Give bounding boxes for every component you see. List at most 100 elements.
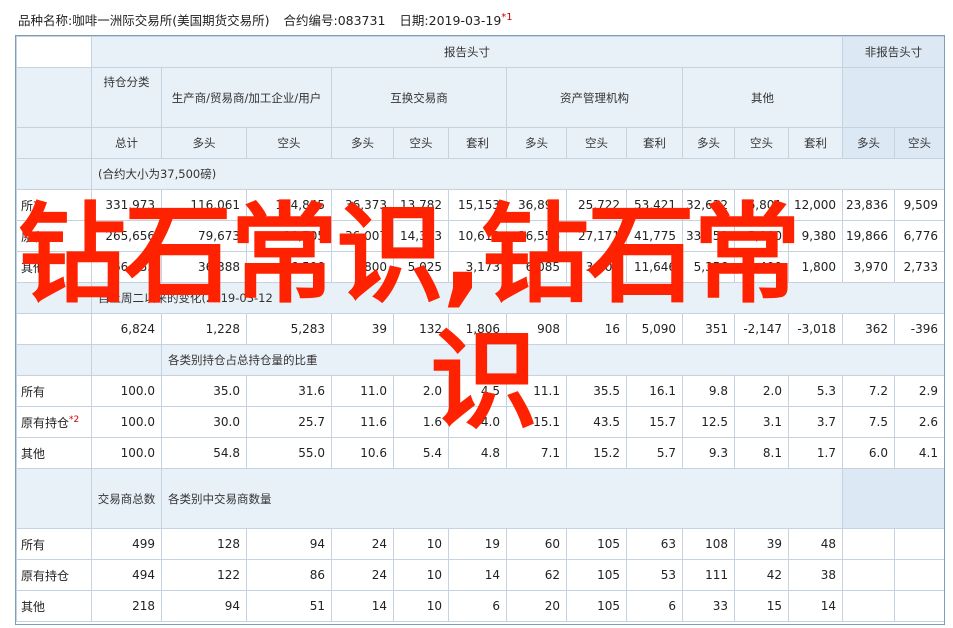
value-cell: 2.6 <box>894 406 944 438</box>
value-cell: 53,421 <box>626 189 683 221</box>
col-swap-short: 空头 <box>393 127 449 159</box>
value-cell: 5,356 <box>682 251 735 283</box>
value-cell: 1,228 <box>161 313 247 345</box>
total-cell: 100.0 <box>91 406 162 438</box>
col-swap-long: 多头 <box>331 127 394 159</box>
value-cell: 33 <box>682 590 735 622</box>
value-cell: 15,153 <box>448 189 507 221</box>
value-cell: 5,090 <box>626 313 683 345</box>
value-cell: 36,556 <box>506 220 567 252</box>
row-label-text: 原有持仓 <box>21 568 70 583</box>
value-cell: 36,007 <box>331 220 394 252</box>
section-label-blank <box>16 158 92 190</box>
value-cell: 14 <box>331 590 394 622</box>
open-interest-section: (合约大小为37,500磅) 所有 331,973 116,061 104,845 36… <box>16 158 944 283</box>
value-cell: 16.1 <box>626 375 683 407</box>
date-label: 日期: <box>399 13 429 28</box>
value-cell: 800 <box>331 251 394 283</box>
value-cell: 5,900 <box>734 220 789 252</box>
contract-size-note: (合约大小为37,500磅) <box>91 158 944 190</box>
value-cell: 51 <box>246 590 332 622</box>
value-cell: 3.1 <box>734 406 789 438</box>
value-cell: 39 <box>331 313 394 345</box>
value-cell: 5.4 <box>393 437 449 469</box>
value-cell <box>842 528 895 560</box>
cot-report-table: 报告头寸 非报告头寸 持仓分类 生产商/贸易商/加工企业/用户 互换交易商 资产… <box>16 36 944 622</box>
value-cell: 2.9 <box>894 375 944 407</box>
col-nonreport-long: 多头 <box>842 127 895 159</box>
value-cell: 11.1 <box>506 375 567 407</box>
value-cell: 11.0 <box>331 375 394 407</box>
change-since-note: 自上周二以来的变化(2019-03-12 <box>91 282 944 314</box>
value-cell: 54.8 <box>161 437 247 469</box>
value-cell: 8.1 <box>734 437 789 469</box>
value-cell: 11.6 <box>331 406 394 438</box>
value-cell: 908 <box>506 313 567 345</box>
value-cell: 116,061 <box>161 189 247 221</box>
value-cell: 24 <box>331 528 394 560</box>
value-cell: 1.6 <box>393 406 449 438</box>
value-cell: 30.0 <box>161 406 247 438</box>
value-cell: 60 <box>506 528 567 560</box>
value-cell: 5.7 <box>626 437 683 469</box>
row-header-blank <box>16 67 92 128</box>
row-label-text: 其他 <box>21 260 46 275</box>
section-label-blank <box>16 468 92 529</box>
value-cell: 27,171 <box>566 220 627 252</box>
value-cell: 20 <box>506 590 567 622</box>
value-cell: 111 <box>682 559 735 591</box>
value-cell <box>894 590 944 622</box>
value-cell: 1,806 <box>448 313 507 345</box>
total-cell: 218 <box>91 590 162 622</box>
value-cell: -3,018 <box>788 313 843 345</box>
value-cell: 3,173 <box>448 251 507 283</box>
report-meta: 品种名称:咖啡一洲际交易所(美国期货交易所) 合约编号:083731 日期:2019… <box>18 10 513 29</box>
value-cell: 39 <box>734 528 789 560</box>
value-cell: -2,147 <box>734 313 789 345</box>
value-cell: 79,673 <box>161 220 247 252</box>
date-value: 2019-03-19 <box>428 13 502 28</box>
value-cell: 9,380 <box>788 220 843 252</box>
value-cell: 42 <box>734 559 789 591</box>
value-cell: 4.1 <box>894 437 944 469</box>
total-traders-header: 交易商总数 <box>91 468 162 529</box>
code-value: 083731 <box>337 13 386 28</box>
value-cell: 4.5 <box>448 375 507 407</box>
value-cell: 122 <box>161 559 247 591</box>
row-label-text: 所有 <box>21 537 46 552</box>
value-cell: 2,733 <box>894 251 944 283</box>
col-other-spread: 套利 <box>788 127 843 159</box>
value-cell: 62 <box>506 559 567 591</box>
value-cell: 15.7 <box>626 406 683 438</box>
value-cell: 43.5 <box>566 406 627 438</box>
row-label: 其他 <box>16 437 92 469</box>
value-cell: 25.7 <box>246 406 332 438</box>
value-cell: 14,373 <box>393 220 449 252</box>
total-cell: 331,973 <box>91 189 162 221</box>
value-cell: 3,900 <box>566 251 627 283</box>
value-cell: 9.8 <box>682 375 735 407</box>
row-label-text: 所有 <box>21 198 46 213</box>
value-cell: 35.0 <box>161 375 247 407</box>
corner-cell <box>16 36 92 68</box>
value-cell: 3,970 <box>842 251 895 283</box>
value-cell: 128 <box>161 528 247 560</box>
value-cell: 53 <box>626 559 683 591</box>
row-label: 原有持仓 <box>16 559 92 591</box>
value-cell: 12.5 <box>682 406 735 438</box>
row-label-text: 其他 <box>21 599 46 614</box>
value-cell: -396 <box>894 313 944 345</box>
value-cell <box>842 559 895 591</box>
col-swap-spread: 套利 <box>448 127 507 159</box>
value-cell: 7.5 <box>842 406 895 438</box>
row-label: 所有 <box>16 375 92 407</box>
report-positions-header: 报告头寸 <box>91 36 843 68</box>
total-cell: 265,656 <box>91 220 162 252</box>
value-cell: 105 <box>566 590 627 622</box>
value-cell: 104,845 <box>246 189 332 221</box>
col-producer-long: 多头 <box>161 127 247 159</box>
total-cell: 100.0 <box>91 437 162 469</box>
value-cell: 4.0 <box>448 406 507 438</box>
value-cell: 86 <box>246 559 332 591</box>
value-cell: 9,509 <box>894 189 944 221</box>
